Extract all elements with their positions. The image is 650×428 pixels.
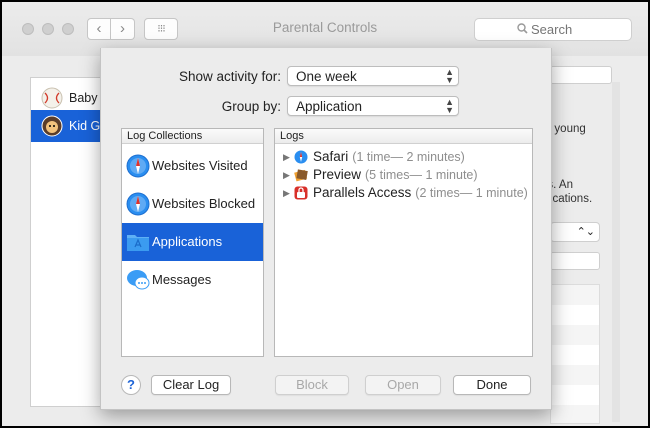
zoom-window-button[interactable] bbox=[62, 23, 74, 35]
help-button[interactable]: ? bbox=[121, 375, 141, 395]
close-window-button[interactable] bbox=[22, 23, 34, 35]
disclosure-triangle-icon[interactable]: ▶ bbox=[283, 188, 290, 199]
log-collections-panel: Log Collections Websites Visited Website… bbox=[121, 128, 264, 357]
log-detail: (1 time— 2 minutes) bbox=[352, 150, 465, 164]
collection-websites-visited[interactable]: Websites Visited bbox=[122, 147, 263, 185]
applications-folder-icon bbox=[126, 230, 150, 254]
block-button[interactable]: Block bbox=[275, 375, 349, 395]
log-row-preview[interactable]: ▶ Preview (5 times— 1 minute) bbox=[281, 167, 531, 185]
done-button[interactable]: Done bbox=[453, 375, 531, 395]
show-activity-label: Show activity for: bbox=[178, 69, 281, 84]
messages-bubble-icon bbox=[126, 268, 150, 292]
group-by-popup[interactable]: Application ▲ ▼ bbox=[287, 96, 459, 116]
log-detail: (2 times— 1 minute) bbox=[415, 186, 528, 200]
preview-icon bbox=[294, 168, 308, 182]
show-activity-popup[interactable]: One week ▲ ▼ bbox=[287, 66, 459, 86]
forward-button[interactable]: › bbox=[111, 18, 135, 40]
background-list bbox=[550, 284, 600, 424]
collection-label: Messages bbox=[152, 272, 212, 287]
safari-icon bbox=[294, 150, 308, 164]
collection-label: Websites Blocked bbox=[152, 196, 256, 211]
minimize-window-button[interactable] bbox=[42, 23, 54, 35]
updown-arrows-icon: ▲ ▼ bbox=[445, 67, 454, 85]
updown-arrows-icon: ▲ ▼ bbox=[445, 97, 454, 115]
log-app-name: Preview bbox=[313, 167, 362, 182]
collection-label: Websites Visited bbox=[152, 158, 248, 173]
screenshot-frame: ‹ › ⁝⁝⁝ Parental Controls Baby G Kid Ge … bbox=[0, 0, 650, 428]
collection-applications[interactable]: Applications bbox=[122, 223, 263, 261]
disclosure-triangle-icon[interactable]: ▶ bbox=[283, 170, 290, 181]
log-detail: (5 times— 1 minute) bbox=[365, 168, 478, 182]
search-icon bbox=[517, 23, 528, 37]
group-by-value: Application bbox=[296, 99, 363, 114]
show-all-button[interactable]: ⁝⁝⁝ bbox=[144, 18, 178, 40]
clear-log-button[interactable]: Clear Log bbox=[151, 375, 231, 395]
system-preferences-window: ‹ › ⁝⁝⁝ Parental Controls Baby G Kid Ge … bbox=[2, 2, 648, 426]
disclosure-triangle-icon[interactable]: ▶ bbox=[283, 152, 290, 163]
log-app-name: Safari bbox=[313, 149, 349, 164]
show-activity-value: One week bbox=[296, 69, 357, 84]
safari-compass-icon bbox=[126, 192, 150, 216]
grid-icon: ⁝⁝⁝ bbox=[157, 23, 165, 35]
parallels-access-icon bbox=[294, 186, 308, 200]
open-button[interactable]: Open bbox=[365, 375, 441, 395]
background-scrollbar bbox=[612, 82, 620, 422]
log-app-name: Parallels Access bbox=[313, 185, 412, 200]
search-input[interactable] bbox=[529, 21, 624, 38]
log-row-parallels-access[interactable]: ▶ Parallels Access (2 times— 1 minute) bbox=[281, 185, 531, 203]
group-by-label: Group by: bbox=[221, 99, 281, 114]
background-field bbox=[550, 252, 600, 270]
log-row-safari[interactable]: ▶ Safari (1 time— 2 minutes) bbox=[281, 149, 531, 167]
chevron-left-icon: ‹ bbox=[96, 20, 102, 37]
baseball-avatar-icon bbox=[41, 87, 63, 109]
collection-messages[interactable]: Messages bbox=[122, 261, 263, 299]
logs-sheet: Show activity for: One week ▲ ▼ Group by:… bbox=[100, 48, 552, 410]
logs-header: Logs bbox=[275, 129, 532, 144]
back-button[interactable]: ‹ bbox=[87, 18, 111, 40]
collection-label: Applications bbox=[152, 234, 223, 249]
search-field[interactable] bbox=[474, 18, 632, 41]
safari-compass-icon bbox=[126, 154, 150, 178]
log-collections-header: Log Collections bbox=[122, 129, 263, 144]
collection-websites-blocked[interactable]: Websites Blocked bbox=[122, 185, 263, 223]
kid-avatar-icon bbox=[41, 115, 63, 137]
logs-panel: Logs ▶ Safari (1 time— 2 minutes) ▶ Previ… bbox=[274, 128, 533, 357]
chevron-right-icon: › bbox=[120, 20, 125, 37]
background-tab bbox=[550, 66, 612, 84]
background-select: ⌃⌄ bbox=[550, 222, 600, 242]
